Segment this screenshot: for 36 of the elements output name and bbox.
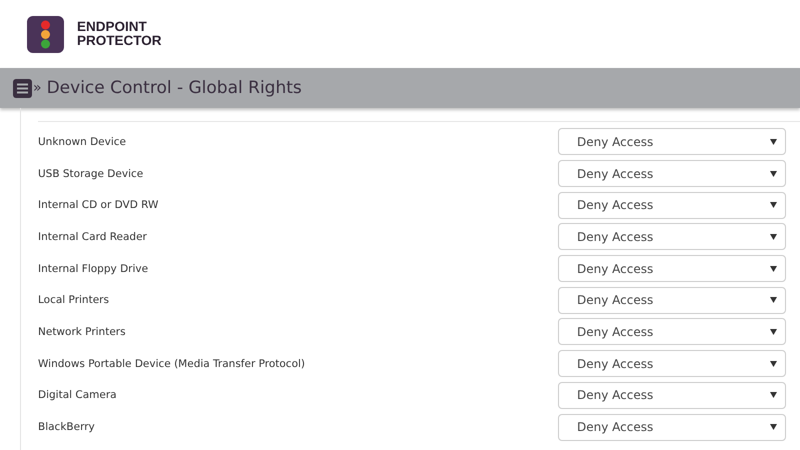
caret-icon	[770, 424, 777, 430]
access-dropdown[interactable]: Deny Access	[558, 286, 786, 314]
device-label: BlackBerry	[38, 421, 95, 434]
device-label: Internal Floppy Drive	[38, 262, 148, 275]
access-dropdown[interactable]: Deny Access	[558, 223, 786, 250]
device-label: Unknown Device	[38, 136, 126, 148]
caret-icon	[770, 202, 777, 208]
device-label: Local Printers	[38, 294, 109, 306]
caret-icon	[770, 234, 777, 240]
caret-icon	[770, 360, 777, 367]
device-label: Network Printers	[38, 326, 126, 338]
brand-name: ENDPOINT	[77, 20, 148, 34]
page-title: Device Control - Global Rights	[46, 78, 302, 98]
device-label: USB Storage Device	[38, 168, 144, 180]
access-dropdown[interactable]: Deny Access	[558, 350, 786, 378]
access-dropdown[interactable]: Deny Access	[558, 192, 786, 219]
device-label: Windows Portable Device (Media Transfer Protocol)	[38, 358, 306, 370]
caret-icon	[770, 392, 777, 398]
device-label: Internal Card Reader	[38, 230, 147, 243]
device-label: Digital Camera	[38, 389, 117, 402]
breadcrumb-separator: »	[33, 80, 42, 96]
access-dropdown[interactable]: Deny Access	[558, 160, 786, 188]
caret-icon	[770, 170, 777, 177]
caret-icon	[770, 138, 777, 145]
access-dropdown[interactable]: Deny Access	[558, 255, 786, 282]
traffic-light-logo-icon	[27, 16, 64, 52]
device-label: Internal CD or DVD RW	[38, 199, 158, 212]
brand-name: PROTECTOR	[77, 34, 162, 48]
access-dropdown[interactable]: Deny Access	[558, 414, 786, 441]
access-dropdown[interactable]: Deny Access	[558, 382, 786, 409]
caret-icon	[770, 266, 777, 272]
access-dropdown[interactable]: Deny Access	[558, 318, 786, 346]
menu-icon[interactable]	[13, 78, 32, 98]
caret-icon	[770, 328, 777, 335]
caret-icon	[770, 297, 777, 304]
access-dropdown[interactable]: Deny Access	[558, 128, 786, 156]
